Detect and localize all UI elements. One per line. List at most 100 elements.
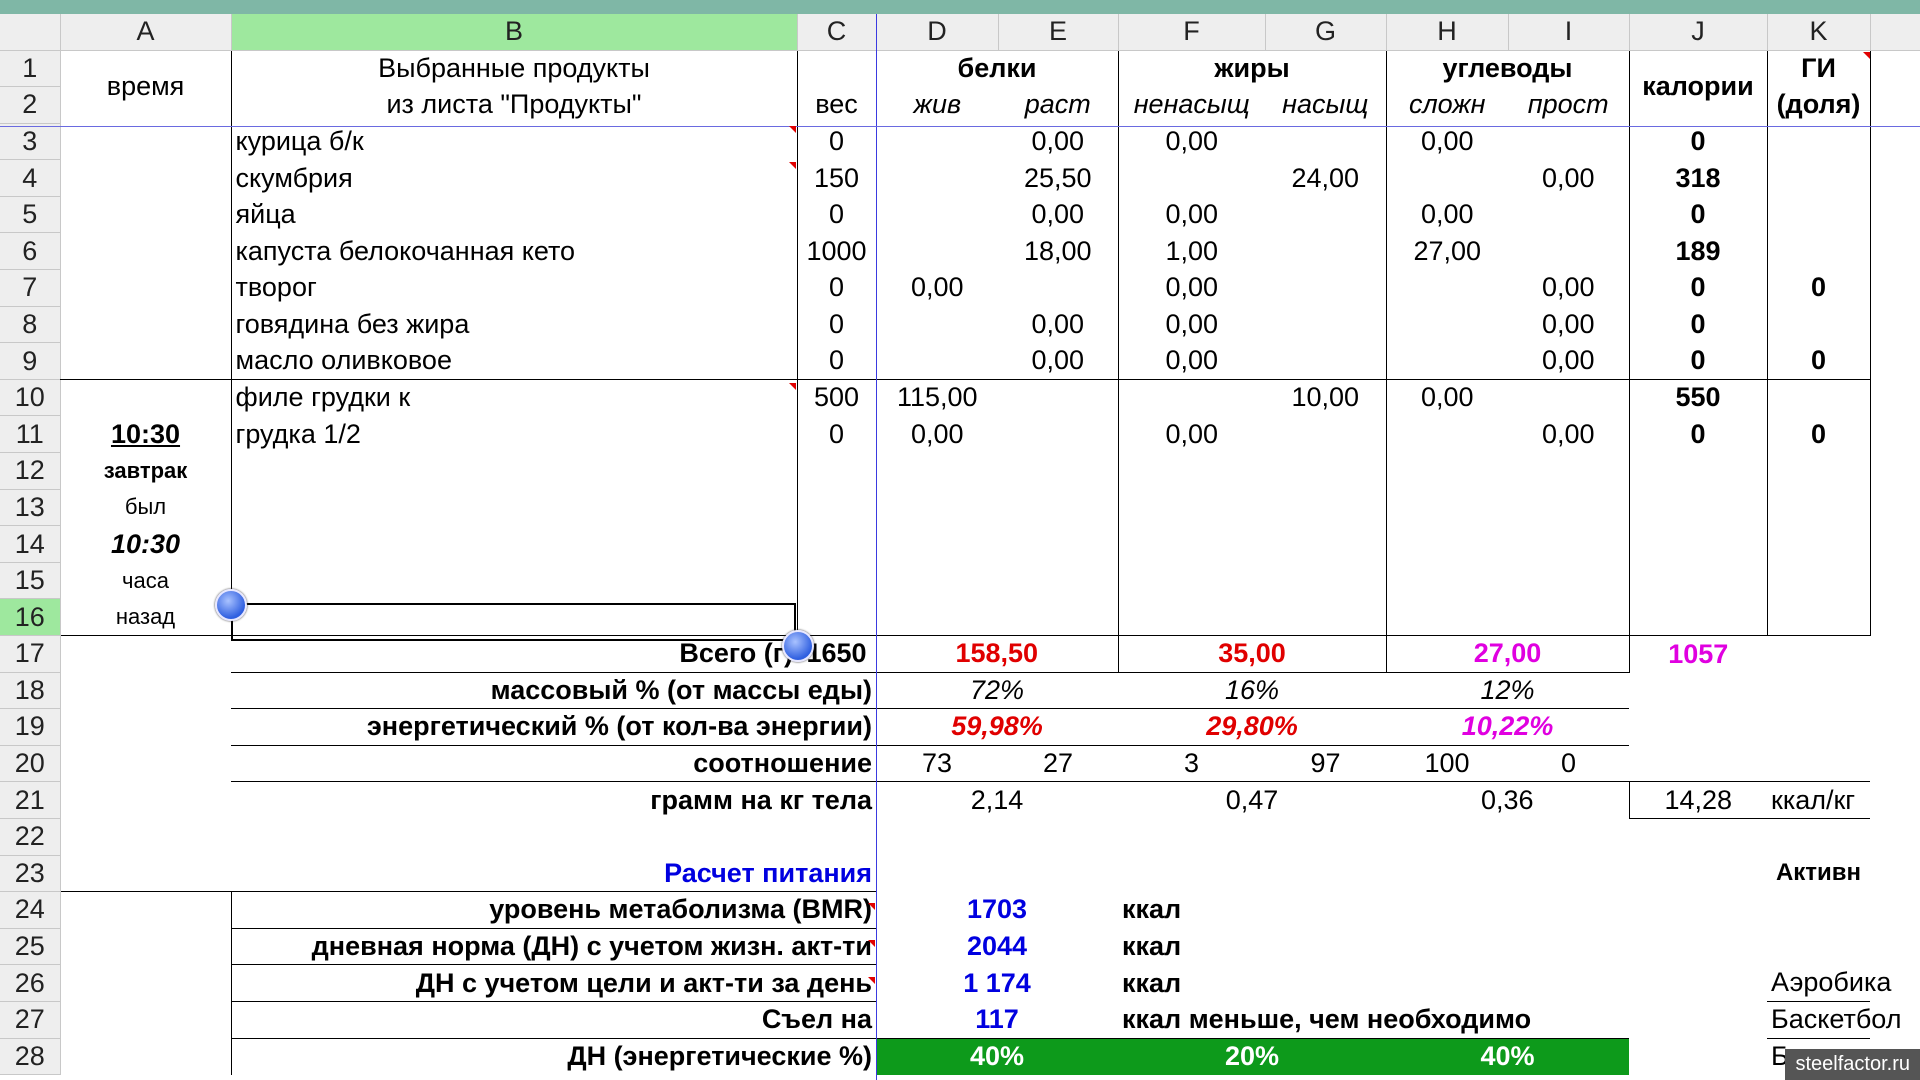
cell-a[interactable] bbox=[60, 672, 231, 709]
product-name[interactable]: яйца bbox=[230, 196, 798, 233]
cell-l[interactable] bbox=[1870, 489, 1920, 526]
sport-aerobics[interactable]: Аэробика bbox=[1767, 964, 1891, 1002]
sport-basketball[interactable]: Баскетбол bbox=[1767, 1001, 1901, 1039]
cell-a[interactable] bbox=[60, 636, 231, 673]
cell-l[interactable] bbox=[1870, 672, 1920, 709]
totals-carbs[interactable]: 27,00 bbox=[1386, 635, 1630, 673]
cell-l[interactable] bbox=[1870, 782, 1920, 819]
dn-unit[interactable]: ккал bbox=[1118, 928, 1386, 965]
cell-b[interactable] bbox=[230, 525, 798, 563]
product-carb-simple[interactable]: 0,00 bbox=[1508, 415, 1630, 453]
cell-g[interactable] bbox=[1265, 452, 1387, 490]
product-name[interactable]: говядина без жира bbox=[230, 306, 798, 343]
product-fat-sat[interactable] bbox=[1265, 232, 1387, 270]
header-prot-animal[interactable]: жив bbox=[876, 87, 998, 124]
cell-l[interactable] bbox=[1870, 306, 1920, 343]
cell-c[interactable] bbox=[797, 598, 877, 636]
product-prot-plant[interactable]: 18,00 bbox=[998, 232, 1119, 270]
header-carb-simple[interactable]: прост bbox=[1508, 86, 1630, 124]
row-header-17[interactable]: 17 bbox=[0, 635, 61, 673]
cell-a[interactable] bbox=[60, 745, 231, 782]
product-weight[interactable]: 0 bbox=[797, 415, 877, 453]
cell-f[interactable] bbox=[1118, 489, 1265, 526]
cell-l[interactable] bbox=[1870, 233, 1920, 270]
product-fat-unsat[interactable]: 0,00 bbox=[1118, 342, 1265, 380]
cell-f[interactable] bbox=[1118, 562, 1265, 599]
per-kg-proteins[interactable]: 2,14 bbox=[876, 782, 1118, 819]
cell-a[interactable] bbox=[60, 709, 231, 746]
row-header-14[interactable]: 14 bbox=[0, 525, 61, 563]
product-weight[interactable]: 150 bbox=[797, 159, 877, 197]
cell-a[interactable] bbox=[60, 855, 231, 892]
cell-b[interactable] bbox=[230, 489, 798, 526]
product-prot-animal[interactable] bbox=[876, 160, 998, 197]
row-header-19[interactable]: 19 bbox=[0, 708, 61, 746]
cell-h[interactable] bbox=[1386, 598, 1508, 636]
header-fat-unsat[interactable]: ненасыщ bbox=[1118, 87, 1265, 124]
col-header-j[interactable]: J bbox=[1629, 14, 1768, 51]
cell-a[interactable] bbox=[60, 782, 231, 819]
row-header-4[interactable]: 4 bbox=[0, 159, 61, 197]
cell-h[interactable] bbox=[1386, 489, 1508, 526]
cell-l[interactable] bbox=[1870, 636, 1920, 673]
row-header-11[interactable]: 11 bbox=[0, 415, 61, 454]
product-carb-complex[interactable] bbox=[1386, 160, 1508, 197]
product-fat-unsat[interactable] bbox=[1118, 160, 1265, 197]
cell-j[interactable] bbox=[1629, 709, 1767, 746]
dn-goal-value[interactable]: 1 174 bbox=[876, 965, 1118, 1002]
product-fat-sat[interactable]: 24,00 bbox=[1265, 159, 1387, 197]
row-header-16[interactable]: 16 bbox=[0, 598, 61, 636]
header-weight[interactable]: вес bbox=[797, 86, 877, 124]
row-header-6[interactable]: 6 bbox=[0, 232, 61, 271]
row-header-7[interactable]: 7 bbox=[0, 269, 61, 307]
dn-energy-label[interactable]: ДН (энергетические %) bbox=[230, 1038, 876, 1075]
ratio-e[interactable]: 27 bbox=[998, 745, 1118, 783]
cell-f[interactable] bbox=[1118, 526, 1265, 563]
row-header-1[interactable]: 1 bbox=[0, 50, 61, 88]
product-calories[interactable]: 0 bbox=[1629, 342, 1768, 380]
cell-h[interactable] bbox=[1386, 562, 1508, 599]
row-header-23[interactable]: 23 bbox=[0, 855, 61, 893]
product-weight[interactable]: 0 bbox=[797, 269, 877, 307]
row-header-15[interactable]: 15 bbox=[0, 562, 61, 600]
cell-c1[interactable] bbox=[797, 50, 877, 87]
product-calories[interactable]: 0 bbox=[1629, 415, 1768, 453]
energy-pct-fats[interactable]: 29,80% bbox=[1118, 708, 1386, 746]
product-gi[interactable]: 0 bbox=[1767, 415, 1871, 453]
cell-k[interactable] bbox=[1767, 489, 1871, 526]
product-fat-unsat[interactable]: 0,00 bbox=[1118, 416, 1265, 453]
product-fat-sat[interactable] bbox=[1265, 196, 1387, 233]
cell-j[interactable] bbox=[1629, 1038, 1767, 1075]
cell-k[interactable] bbox=[1767, 672, 1870, 709]
cell-i[interactable] bbox=[1508, 562, 1630, 599]
product-carb-complex[interactable] bbox=[1386, 270, 1508, 307]
cell-g[interactable] bbox=[1265, 489, 1387, 526]
header-time[interactable]: время bbox=[60, 50, 231, 123]
cell-j[interactable] bbox=[1629, 489, 1768, 526]
row-header-26[interactable]: 26 bbox=[0, 964, 61, 1002]
comment-indicator[interactable] bbox=[868, 940, 875, 947]
cell-l[interactable] bbox=[1870, 526, 1920, 563]
product-calories[interactable]: 0 bbox=[1629, 196, 1768, 233]
dn-energy-fats[interactable]: 20% bbox=[1118, 1038, 1386, 1075]
comment-indicator[interactable] bbox=[868, 903, 875, 910]
cell-d-j[interactable] bbox=[876, 855, 1767, 892]
cell-j[interactable] bbox=[1629, 745, 1767, 783]
cell-l[interactable] bbox=[1870, 160, 1920, 197]
cell-k[interactable] bbox=[1767, 636, 1870, 673]
product-prot-animal[interactable]: 115,00 bbox=[876, 379, 998, 416]
comment-indicator[interactable] bbox=[789, 162, 796, 169]
product-prot-animal[interactable]: 0,00 bbox=[876, 416, 998, 453]
activity-header[interactable]: Активн bbox=[1767, 855, 1870, 892]
product-carb-complex[interactable]: 0,00 bbox=[1386, 379, 1508, 416]
row-header-10[interactable]: 10 bbox=[0, 379, 61, 417]
product-name[interactable]: филе грудки к bbox=[230, 379, 798, 416]
cell-l[interactable] bbox=[1870, 196, 1920, 233]
ate-unit[interactable]: ккал меньше, чем необходимо bbox=[1118, 1001, 1629, 1039]
cell-d[interactable] bbox=[876, 453, 998, 490]
product-gi[interactable]: 0 bbox=[1767, 269, 1871, 307]
cell-d[interactable] bbox=[876, 526, 998, 563]
header-carbs[interactable]: углеводы bbox=[1386, 50, 1630, 87]
product-prot-plant[interactable] bbox=[998, 379, 1119, 416]
cell-l[interactable] bbox=[1870, 928, 1920, 965]
